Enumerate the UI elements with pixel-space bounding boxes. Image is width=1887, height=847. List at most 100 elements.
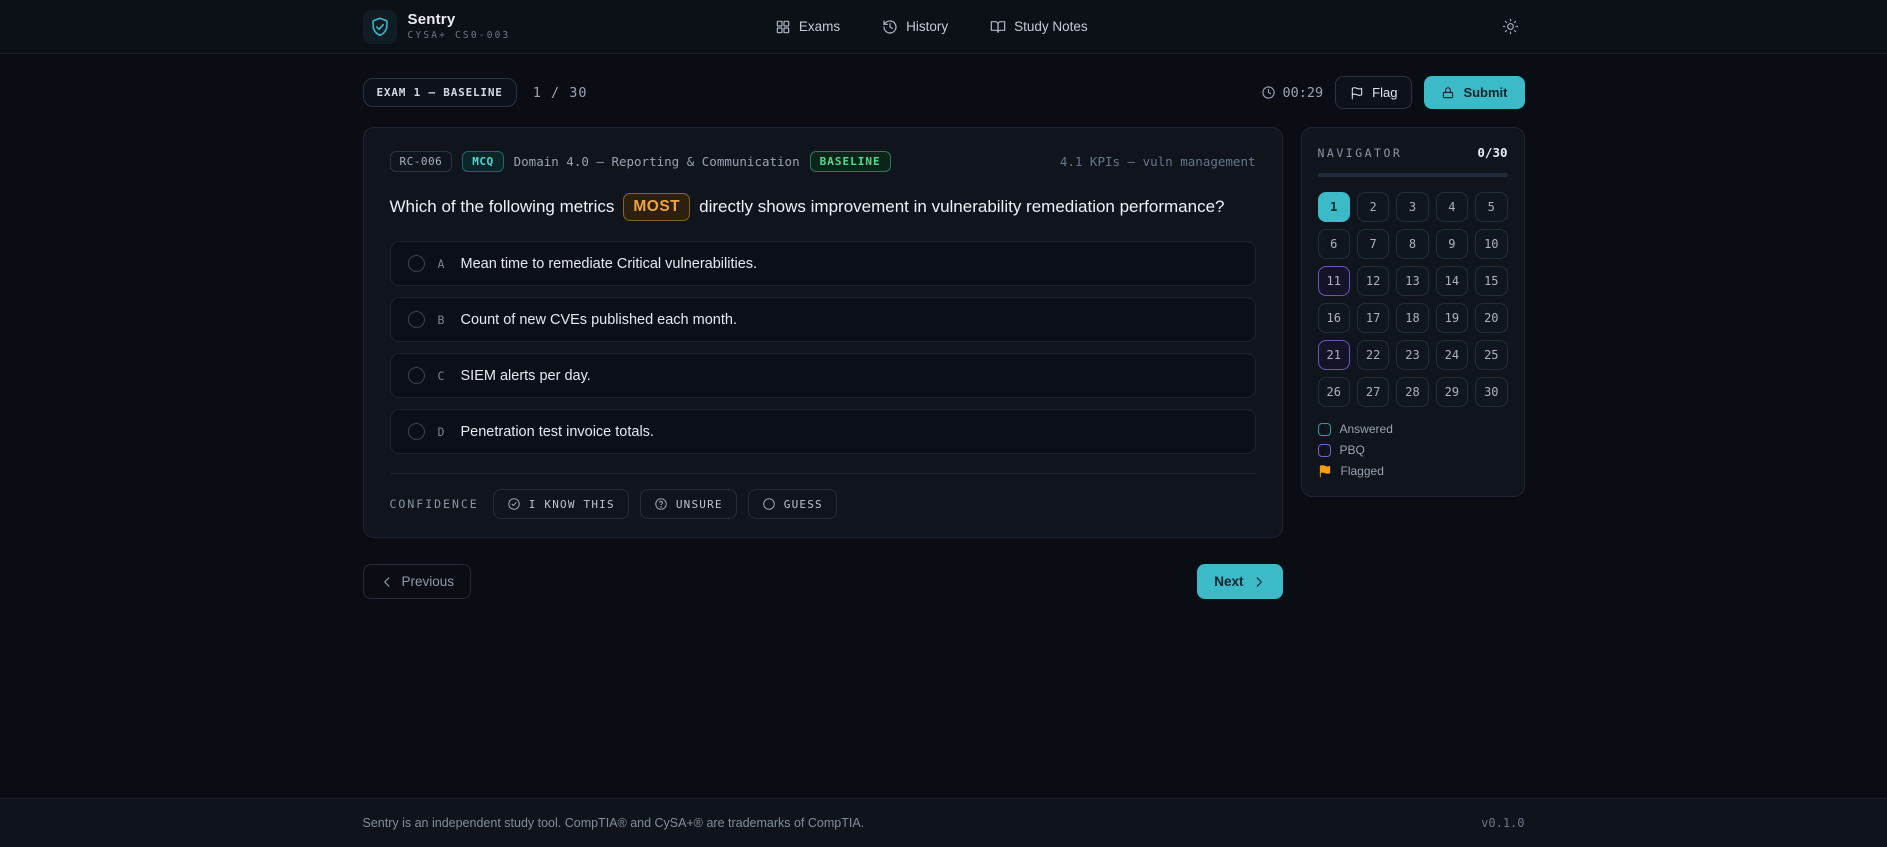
nav-item-study-notes[interactable]: Study Notes (990, 19, 1088, 35)
question-text-before: Which of the following metrics (389, 196, 615, 216)
question-difficulty-badge: BASELINE (809, 151, 891, 172)
navigator-cell-2[interactable]: 2 (1356, 192, 1390, 222)
answered-swatch (1317, 422, 1331, 436)
navigator-cell-11[interactable]: 11 (1317, 266, 1350, 296)
radio-icon (407, 311, 425, 329)
navigator-cell-14[interactable]: 14 (1435, 266, 1469, 296)
navigator-cell-12[interactable]: 12 (1356, 266, 1390, 296)
nav-item-history[interactable]: History (882, 19, 948, 35)
flag-button[interactable]: Flag (1335, 76, 1413, 109)
navigator-cell-28[interactable]: 28 (1396, 377, 1429, 407)
navigator-cell-24[interactable]: 24 (1435, 340, 1469, 370)
previous-button[interactable]: Previous (362, 564, 472, 600)
confidence-button-label: UNSURE (675, 497, 723, 511)
question-id-badge: RC-006 (389, 151, 453, 172)
option-text: SIEM alerts per day. (460, 367, 591, 384)
confidence-button-guess[interactable]: GUESS (747, 489, 837, 520)
exam-bar: EXAM 1 — BASELINE 1 / 30 00:29 Flag Subm… (362, 76, 1525, 109)
radio-icon (407, 255, 425, 273)
navigator-cell-8[interactable]: 8 (1396, 229, 1429, 259)
question-text-after: directly shows improvement in vulnerabil… (699, 196, 1225, 216)
navigator-cell-22[interactable]: 22 (1356, 340, 1390, 370)
navigator-cell-29[interactable]: 29 (1435, 377, 1469, 407)
navigator-cell-30[interactable]: 30 (1475, 377, 1508, 407)
radio-icon (407, 367, 425, 385)
navigator-cell-3[interactable]: 3 (1396, 192, 1429, 222)
legend-label: Flagged (1340, 464, 1384, 478)
question-topic: 4.1 KPIs — vuln management (1059, 154, 1256, 169)
legend-item-pbq: PBQ (1317, 443, 1508, 457)
navigator-cell-21[interactable]: 21 (1317, 340, 1350, 370)
header-nav: Exams History Study Notes (715, 19, 1088, 35)
nav-item-label: Exams (798, 19, 841, 34)
chevron-right-icon (1252, 575, 1266, 589)
pager: Previous Next (362, 564, 1283, 600)
shield-check-logo-icon (362, 9, 397, 44)
legend-label: PBQ (1339, 443, 1365, 457)
navigator-legend: Answered PBQ Flagged (1317, 422, 1508, 478)
submit-button-label: Submit (1463, 85, 1508, 100)
nav-item-exams[interactable]: Exams (775, 19, 840, 35)
sun-icon (1502, 18, 1519, 35)
question-emphasis: MOST (623, 193, 691, 222)
theme-toggle-button[interactable] (1496, 13, 1524, 41)
confidence-button-label: I KNOW THIS (528, 497, 615, 511)
navigator-cell-20[interactable]: 20 (1475, 303, 1508, 333)
navigator-cell-1[interactable]: 1 (1317, 192, 1350, 222)
navigator-answered-count: 0/30 (1477, 145, 1508, 160)
confidence-button-label: GUESS (783, 497, 823, 511)
timer-value: 00:29 (1282, 84, 1324, 101)
navigator-cell-26[interactable]: 26 (1317, 377, 1350, 407)
grid-icon (775, 19, 791, 35)
option-row-c[interactable]: C SIEM alerts per day. (389, 353, 1256, 399)
navigator-cell-4[interactable]: 4 (1435, 192, 1469, 222)
option-text: Penetration test invoice totals. (460, 423, 654, 440)
confidence-button-unsure[interactable]: UNSURE (639, 489, 737, 520)
option-row-a[interactable]: A Mean time to remediate Critical vulnera… (389, 241, 1256, 287)
navigator-cell-23[interactable]: 23 (1396, 340, 1429, 370)
option-letter: B (437, 312, 445, 327)
legend-item-flagged: Flagged (1318, 464, 1508, 478)
check-circle-icon (507, 497, 521, 511)
question-card: RC-006 MCQ Domain 4.0 — Reporting & Comm… (362, 127, 1283, 539)
previous-button-label: Previous (401, 574, 455, 590)
navigator-cell-17[interactable]: 17 (1356, 303, 1390, 333)
nav-item-label: Study Notes (1014, 19, 1088, 34)
navigator-cell-18[interactable]: 18 (1396, 303, 1429, 333)
navigator-title: NAVIGATOR (1317, 145, 1403, 160)
option-row-d[interactable]: D Penetration test invoice totals. (389, 409, 1256, 455)
navigator-cell-15[interactable]: 15 (1475, 266, 1508, 296)
navigator-cell-5[interactable]: 5 (1475, 192, 1508, 222)
legend-item-answered: Answered (1317, 422, 1508, 436)
flag-icon (1318, 464, 1332, 478)
option-letter: A (437, 256, 445, 271)
navigator-cell-25[interactable]: 25 (1475, 340, 1508, 370)
navigator-cell-27[interactable]: 27 (1356, 377, 1390, 407)
navigator-cell-16[interactable]: 16 (1317, 303, 1350, 333)
app-title: Sentry (407, 11, 456, 29)
footer-disclaimer: Sentry is an independent study tool. Com… (362, 816, 865, 830)
option-row-b[interactable]: B Count of new CVEs published each month. (389, 297, 1256, 343)
navigator-grid: 1 2 3 4 5 6 7 8 9 10 11 12 13 14 15 16 17 18 19 20 21 22 23 24 2… (1317, 192, 1508, 407)
options-list: A Mean time to remediate Critical vulnera… (389, 241, 1256, 455)
circle-icon (762, 497, 776, 511)
flag-button-label: Flag (1372, 85, 1398, 100)
navigator-cell-19[interactable]: 19 (1435, 303, 1469, 333)
lock-icon (1441, 86, 1455, 100)
next-button[interactable]: Next (1197, 564, 1283, 600)
confidence-button-i-know-this[interactable]: I KNOW THIS (492, 489, 629, 520)
navigator-cell-6[interactable]: 6 (1317, 229, 1350, 259)
legend-label: Answered (1339, 422, 1393, 436)
navigator-cell-9[interactable]: 9 (1435, 229, 1469, 259)
option-letter: D (437, 424, 445, 439)
option-text: Mean time to remediate Critical vulnerab… (460, 255, 758, 272)
option-letter: C (437, 368, 445, 383)
navigator-cell-10[interactable]: 10 (1475, 229, 1508, 259)
navigator-cell-13[interactable]: 13 (1396, 266, 1429, 296)
submit-button[interactable]: Submit (1424, 76, 1525, 109)
question-type-badge: MCQ (462, 151, 504, 172)
nav-item-label: History (906, 19, 949, 34)
navigator-cell-7[interactable]: 7 (1356, 229, 1390, 259)
exam-badge: EXAM 1 — BASELINE (362, 78, 517, 107)
brand[interactable]: Sentry CYSA+ CS0-003 (362, 9, 511, 44)
